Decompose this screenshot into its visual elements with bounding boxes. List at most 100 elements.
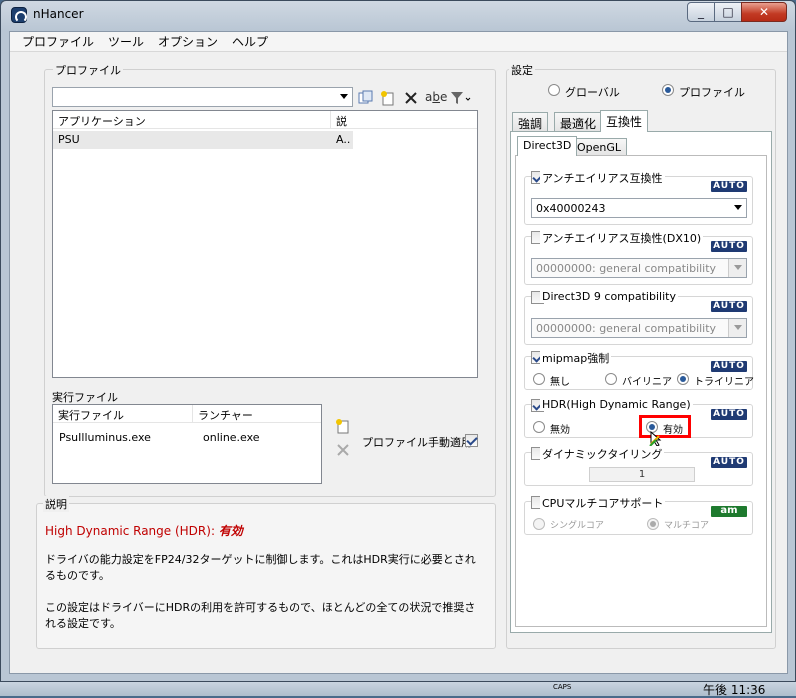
description-group: 説明 High Dynamic Range (HDR): 有効 ドライバの能力設… xyxy=(36,496,496,649)
delete-icon[interactable] xyxy=(403,90,419,110)
launcher-name[interactable]: online.exe xyxy=(203,431,260,444)
d3d9-compat-combo: 00000000: general compatibility xyxy=(531,318,747,338)
aa-compat-section: アンチエイリアス互換性 AUTO 0x40000243 xyxy=(524,170,753,225)
description-group-label: 説明 xyxy=(43,496,69,512)
menu-options[interactable]: オプション xyxy=(158,33,218,50)
description-heading-value: 有効 xyxy=(218,524,243,538)
settings-panel: Direct3D OpenGL アンチエイリアス互換性 AUTO 0x40000… xyxy=(510,131,772,633)
column-header-description[interactable]: 説 xyxy=(331,111,477,129)
tab-optimize[interactable]: 最適化 xyxy=(554,112,603,132)
subtab-opengl[interactable]: OpenGL xyxy=(571,138,628,156)
hdr-label: HDR(High Dynamic Range) xyxy=(540,398,693,411)
menu-bar: プロファイル ツール オプション ヘルプ xyxy=(10,32,787,52)
chevron-down-icon xyxy=(734,325,742,330)
aa-compat-dx10-label: アンチエイリアス互換性(DX10) xyxy=(540,230,704,246)
scope-profile-label[interactable]: プロファイル xyxy=(679,84,745,100)
cpu-multicore-am-badge[interactable]: am xyxy=(711,506,747,517)
application-list[interactable]: アプリケーション 説 PSU A.. xyxy=(52,110,478,378)
window-title: nHancer xyxy=(33,7,84,21)
settings-group-label: 設定 xyxy=(509,62,535,78)
table-row[interactable]: PSU A.. xyxy=(53,131,353,149)
caps-indicator: CAPS xyxy=(553,683,572,691)
single-core-radio xyxy=(533,518,545,530)
mipmap-trilinear-label[interactable]: トライリニア xyxy=(694,373,754,388)
clock[interactable]: 午後 11:36 xyxy=(703,681,765,698)
aa-compat-dx10-value: 00000000: general compatibility xyxy=(536,262,717,275)
description-para1: ドライバの能力設定をFP24/32ターゲットに制御します。これはHDR実行に必要… xyxy=(45,553,476,582)
subtab-direct3d[interactable]: Direct3D xyxy=(517,136,578,156)
maximize-button[interactable]: □ xyxy=(714,2,742,22)
row-desc: A.. xyxy=(336,133,351,146)
aa-compat-dx10-auto-badge[interactable]: AUTO xyxy=(711,241,747,252)
dynamic-tiling-auto-badge[interactable]: AUTO xyxy=(711,457,747,468)
menu-help[interactable]: ヘルプ xyxy=(232,33,268,50)
close-button[interactable]: ✕ xyxy=(741,2,787,22)
mipmap-label: mipmap強制 xyxy=(540,350,612,366)
scope-profile-radio[interactable] xyxy=(662,84,674,96)
minimize-button[interactable]: _ xyxy=(687,2,715,22)
manual-apply-label: プロファイル手動適用 xyxy=(362,436,472,449)
profile-group-label: プロファイル xyxy=(53,62,123,78)
title-bar[interactable]: nHancer _ □ ✕ xyxy=(1,1,795,29)
aa-compat-dx10-combo: 00000000: general compatibility xyxy=(531,258,747,278)
aa-compat-combo[interactable]: 0x40000243 xyxy=(531,198,747,218)
tab-compatibility[interactable]: 互換性 xyxy=(600,110,649,132)
filter-icon[interactable] xyxy=(450,90,472,110)
menu-profile[interactable]: プロファイル xyxy=(22,33,94,50)
dynamic-tiling-section: ダイナミックタイリング AUTO 1 xyxy=(524,446,753,486)
d3d9-compat-auto-badge[interactable]: AUTO xyxy=(711,301,747,312)
mipmap-trilinear-radio[interactable] xyxy=(677,373,689,385)
description-para2: この設定はドライバーにHDRの利用を許可するもので、ほとんどの全ての状況で推奨さ… xyxy=(45,601,476,630)
cpu-multicore-label: CPUマルチコアサポート xyxy=(540,495,666,511)
mipmap-section: mipmap強制 AUTO 無し バイリニア トライリニア xyxy=(524,350,754,390)
mipmap-bilinear-radio[interactable] xyxy=(605,373,617,385)
exe-list[interactable]: 実行ファイル ランチャー PsuIlluminus.exe online.exe xyxy=(52,404,322,484)
aa-compat-auto-badge[interactable]: AUTO xyxy=(711,181,747,192)
client-area: プロファイル ツール オプション ヘルプ プロファイル abe アプリケーション… xyxy=(9,31,788,674)
aa-compat-dx10-section: アンチエイリアス互換性(DX10) AUTO 00000000: general… xyxy=(524,230,753,285)
cursor-icon xyxy=(649,431,662,447)
hdr-off-label[interactable]: 無効 xyxy=(550,421,570,436)
column-header-exe[interactable]: 実行ファイル xyxy=(53,405,193,423)
single-core-label: シングルコア xyxy=(550,521,604,531)
aa-compat-label: アンチエイリアス互換性 xyxy=(540,170,665,186)
d3d9-compat-section: Direct3D 9 compatibility AUTO 00000000: … xyxy=(524,290,753,345)
tab-emphasis[interactable]: 強調 xyxy=(512,112,549,132)
scope-global-radio[interactable] xyxy=(548,84,560,96)
direct3d-page: アンチエイリアス互換性 AUTO 0x40000243 アンチエイリアス互換性(… xyxy=(515,155,767,627)
row-app: PSU xyxy=(58,133,80,146)
mipmap-auto-badge[interactable]: AUTO xyxy=(711,361,747,372)
description-heading: High Dynamic Range (HDR): 有効 xyxy=(45,522,243,539)
scope-global-label[interactable]: グローバル xyxy=(565,84,620,100)
d3d9-compat-label: Direct3D 9 compatibility xyxy=(540,290,678,303)
new-profile-icon[interactable] xyxy=(380,90,396,110)
chevron-down-icon xyxy=(734,205,742,210)
add-exe-icon[interactable] xyxy=(335,418,351,437)
mipmap-none-radio[interactable] xyxy=(533,373,545,385)
mipmap-none-label[interactable]: 無し xyxy=(550,373,570,388)
app-icon xyxy=(11,7,27,23)
hdr-auto-badge[interactable]: AUTO xyxy=(711,409,747,420)
multi-core-label: マルチコア xyxy=(664,521,710,531)
profile-combo[interactable] xyxy=(52,87,353,107)
manual-apply-checkbox[interactable] xyxy=(465,434,478,447)
dynamic-tiling-value[interactable]: 1 xyxy=(589,467,695,482)
exe-name[interactable]: PsuIlluminus.exe xyxy=(59,431,151,444)
remove-exe-icon[interactable] xyxy=(335,442,351,461)
dynamic-tiling-label: ダイナミックタイリング xyxy=(540,446,665,462)
d3d9-compat-value: 00000000: general compatibility xyxy=(536,322,717,335)
aa-compat-value: 0x40000243 xyxy=(536,202,606,215)
main-window: nHancer _ □ ✕ プロファイル ツール オプション ヘルプ プロファイ… xyxy=(0,0,796,682)
chevron-down-icon xyxy=(340,94,348,99)
mipmap-bilinear-label[interactable]: バイリニア xyxy=(622,373,672,388)
hdr-off-radio[interactable] xyxy=(533,421,545,433)
cpu-multicore-section: CPUマルチコアサポート am シングルコア マルチコア xyxy=(524,495,753,535)
column-header-launcher[interactable]: ランチャー xyxy=(193,405,321,423)
column-header-application[interactable]: アプリケーション xyxy=(53,111,331,129)
chevron-down-icon xyxy=(734,265,742,270)
menu-tools[interactable]: ツール xyxy=(108,33,144,50)
copy-icon[interactable] xyxy=(358,90,374,110)
exe-group-label: 実行ファイル xyxy=(52,391,118,404)
rename-icon[interactable]: abe xyxy=(425,90,447,104)
hdr-on-label[interactable]: 有効 xyxy=(663,421,683,436)
